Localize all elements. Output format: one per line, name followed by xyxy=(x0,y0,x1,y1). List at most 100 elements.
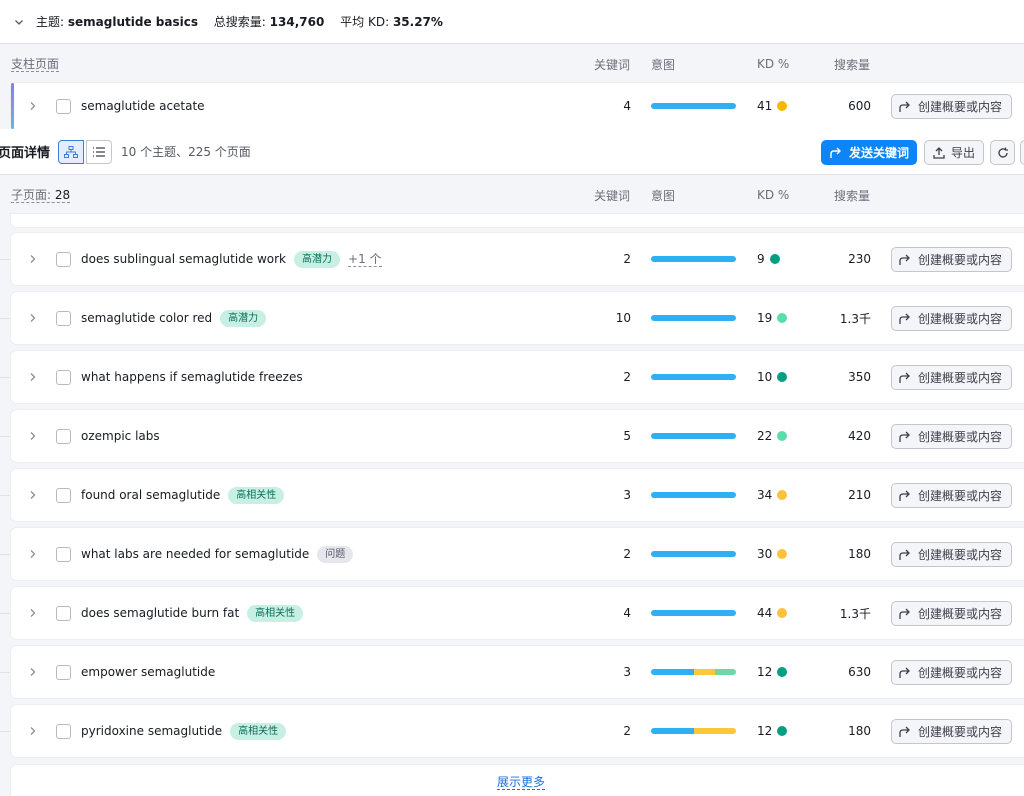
share-arrow-icon xyxy=(899,372,910,383)
keyword-text[interactable]: found oral semaglutide xyxy=(81,488,220,502)
keyword-text[interactable]: does semaglutide burn fat xyxy=(81,606,239,620)
intent-segment-blue xyxy=(651,315,736,321)
col-kd[interactable]: KD % xyxy=(757,188,789,202)
intent-bar xyxy=(651,433,736,439)
create-brief-button[interactable]: 创建概要或内容 xyxy=(891,719,1012,744)
keyword-text[interactable]: semaglutide acetate xyxy=(81,99,205,113)
create-brief-button[interactable]: 创建概要或内容 xyxy=(891,424,1012,449)
create-brief-button[interactable]: 创建概要或内容 xyxy=(891,306,1012,331)
chevron-right-icon[interactable] xyxy=(27,605,39,621)
keyword-text[interactable]: pyridoxine semaglutide xyxy=(81,724,222,738)
kd-dot xyxy=(777,313,788,323)
table-row[interactable]: empower semaglutide 3 12 630 创建概要或内容 xyxy=(11,646,1024,698)
send-keywords-button[interactable]: 发送关键词 xyxy=(821,140,917,165)
row-checkbox[interactable] xyxy=(56,488,71,503)
row-checkbox[interactable] xyxy=(56,547,71,562)
col-kd[interactable]: KD % xyxy=(757,57,789,71)
keyword-count: 5 xyxy=(623,429,631,443)
tree-view-button[interactable] xyxy=(58,140,84,164)
create-brief-label: 创建概要或内容 xyxy=(918,312,1003,326)
row-checkbox[interactable] xyxy=(56,724,71,739)
create-brief-button[interactable]: 创建概要或内容 xyxy=(891,483,1012,508)
keyword-text[interactable]: what labs are needed for semaglutide xyxy=(81,547,309,561)
create-brief-button[interactable]: 创建概要或内容 xyxy=(891,94,1012,119)
table-row[interactable]: found oral semaglutide 高相关性 3 34 210 创建概要或内容 xyxy=(11,469,1024,521)
create-brief-button[interactable]: 创建概要或内容 xyxy=(891,542,1012,567)
table-row[interactable]: what labs are needed for semaglutide 问题 2 3… xyxy=(11,528,1024,580)
share-arrow-icon xyxy=(899,608,910,619)
pages-summary: 10 个主题、225 个页面 xyxy=(121,145,251,159)
keyword-text[interactable]: empower semaglutide xyxy=(81,665,215,679)
kd-value: 12 xyxy=(757,665,773,679)
keyword-text[interactable]: what happens if semaglutide freezes xyxy=(81,370,303,384)
search-volume: 230 xyxy=(848,252,871,266)
keyword-count: 4 xyxy=(623,99,631,113)
refresh-button[interactable] xyxy=(990,140,1015,165)
pillar-pages-heading[interactable]: 支柱页面 xyxy=(11,57,60,72)
chevron-right-icon[interactable] xyxy=(27,664,39,680)
intent-segment-blue xyxy=(651,374,736,380)
pillar-row[interactable]: semaglutide acetate 4 41 600 创建概要或内容 xyxy=(11,83,1024,129)
create-brief-button[interactable]: 创建概要或内容 xyxy=(891,247,1012,272)
table-row[interactable]: semaglutide color red 高潜力 10 19 1.3千 创建概要或内容 xyxy=(11,292,1024,344)
kd-value: 30 xyxy=(757,547,773,561)
col-intent[interactable]: 意图 xyxy=(651,187,675,204)
keyword-text[interactable]: does sublingual semaglutide work xyxy=(81,252,286,266)
more-tags-link[interactable]: +1 个 xyxy=(348,252,382,267)
list-view-button[interactable] xyxy=(86,140,112,164)
chevron-right-icon[interactable] xyxy=(27,251,39,267)
table-row[interactable]: does semaglutide burn fat 高相关性 4 44 1.3千 创建概要… xyxy=(11,587,1024,639)
intent-segment-blue xyxy=(651,103,736,109)
chevron-right-icon[interactable] xyxy=(27,428,39,444)
kd-dot xyxy=(769,254,780,264)
col-keywords[interactable]: 关键词 xyxy=(594,187,630,204)
row-checkbox[interactable] xyxy=(56,99,71,114)
keyword-count: 4 xyxy=(623,606,631,620)
chevron-right-icon[interactable] xyxy=(27,98,39,114)
table-row[interactable]: pyridoxine semaglutide 高相关性 2 12 180 创建概要或内容 xyxy=(11,705,1024,757)
keyword-count: 10 xyxy=(615,311,631,325)
tree-connector xyxy=(0,377,10,378)
row-checkbox[interactable] xyxy=(56,429,71,444)
table-row[interactable]: what happens if semaglutide freezes 2 10 35… xyxy=(11,351,1024,403)
table-row[interactable]: ozempic labs 5 22 420 创建概要或内容 xyxy=(11,410,1024,462)
col-keywords[interactable]: 关键词 xyxy=(594,56,630,73)
col-intent[interactable]: 意图 xyxy=(651,56,675,73)
keyword-text[interactable]: ozempic labs xyxy=(81,429,160,443)
chevron-right-icon[interactable] xyxy=(27,310,39,326)
kd-dot xyxy=(777,608,788,618)
chevron-down-icon[interactable] xyxy=(12,15,26,29)
search-volume: 1.3千 xyxy=(839,311,871,326)
row-checkbox[interactable] xyxy=(56,252,71,267)
row-checkbox[interactable] xyxy=(56,370,71,385)
row-checkbox[interactable] xyxy=(56,665,71,680)
col-volume[interactable]: 搜索量 xyxy=(834,56,870,73)
kd-value: 9 xyxy=(757,252,765,266)
keyword-text[interactable]: semaglutide color red xyxy=(81,311,212,325)
create-brief-button[interactable]: 创建概要或内容 xyxy=(891,601,1012,626)
kd-value: 44 xyxy=(757,606,773,620)
row-checkbox[interactable] xyxy=(56,606,71,621)
chevron-right-icon[interactable] xyxy=(27,487,39,503)
tree-connector xyxy=(0,731,10,732)
hierarchy-icon xyxy=(64,146,78,158)
col-volume[interactable]: 搜索量 xyxy=(834,187,870,204)
chevron-right-icon[interactable] xyxy=(27,546,39,562)
avg-kd: 35.27% xyxy=(392,15,443,29)
export-button[interactable]: 导出 xyxy=(924,140,984,165)
page-details-toolbar: 页面详情 10 个主题、225 个页面 发送关键词 导出 xyxy=(0,129,1024,175)
table-row[interactable]: does sublingual semaglutide work 高潜力 +1 个 2… xyxy=(11,233,1024,285)
avg-kd-label: 平均 KD: xyxy=(340,15,390,29)
child-pages-heading[interactable]: 子页面: 28 xyxy=(11,188,71,203)
create-brief-button[interactable]: 创建概要或内容 xyxy=(891,365,1012,390)
show-more-link[interactable]: 展示更多 xyxy=(497,775,546,790)
share-arrow-icon xyxy=(899,254,910,265)
create-brief-button[interactable]: 创建概要或内容 xyxy=(891,660,1012,685)
chevron-right-icon[interactable] xyxy=(27,369,39,385)
search-volume: 630 xyxy=(848,665,871,679)
row-checkbox[interactable] xyxy=(56,311,71,326)
send-keywords-label: 发送关键词 xyxy=(848,146,909,160)
chevron-right-icon[interactable] xyxy=(27,723,39,739)
overflow-button[interactable] xyxy=(1020,140,1024,165)
kd-dot xyxy=(777,667,788,677)
